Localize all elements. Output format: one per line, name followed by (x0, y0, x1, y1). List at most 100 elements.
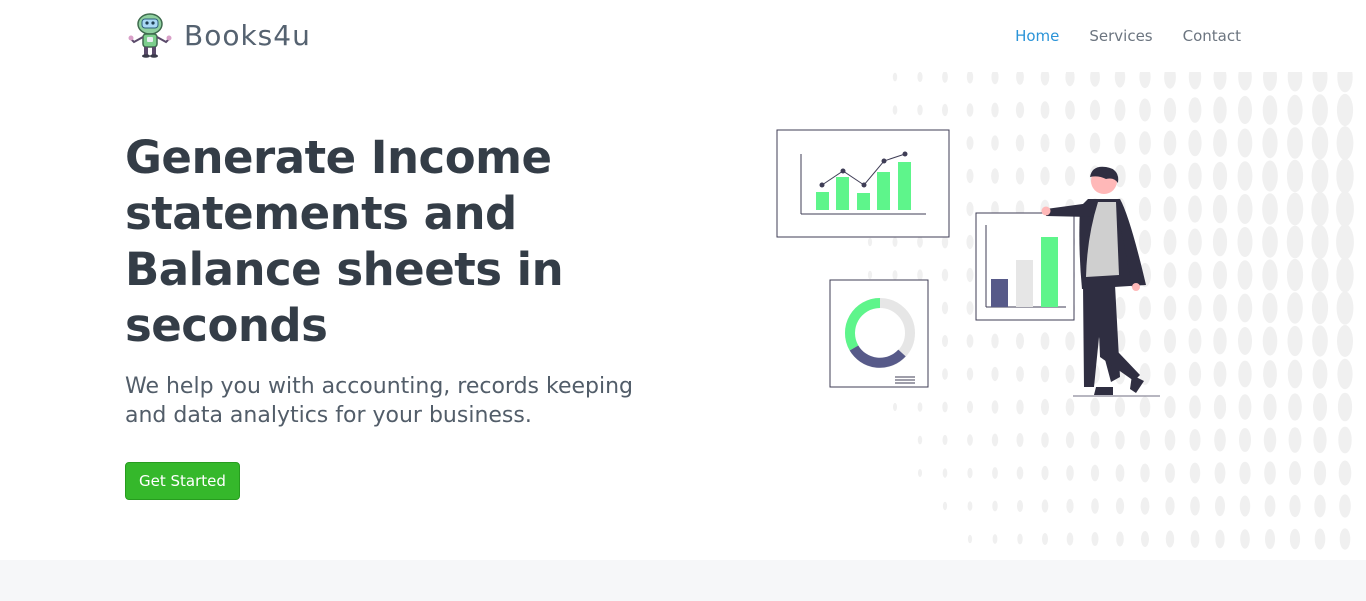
background-dot (1237, 194, 1253, 224)
background-dot (1338, 426, 1352, 454)
background-dot (1337, 358, 1353, 390)
background-dot (1312, 72, 1328, 92)
background-dot (1066, 465, 1074, 481)
background-dot (1288, 393, 1302, 421)
background-dot (1188, 97, 1202, 123)
background-dot (1190, 530, 1200, 548)
headline-line: seconds (125, 299, 328, 352)
background-dot (1262, 326, 1278, 356)
background-dot (967, 467, 973, 479)
background-dot (1311, 224, 1329, 260)
background-dot (1286, 192, 1304, 226)
background-dot (1262, 193, 1278, 225)
background-dot (892, 72, 898, 82)
background-dot (1238, 360, 1252, 388)
nav-contact-link[interactable]: Contact (1183, 27, 1241, 45)
background-dot (1215, 529, 1225, 549)
brand-name: Books4u (184, 18, 311, 52)
background-dot (1238, 95, 1252, 125)
nav-home-link[interactable]: Home (1015, 27, 1059, 45)
background-dot (1286, 225, 1304, 259)
background-dot (1165, 530, 1175, 548)
headline-line: statements and (125, 187, 517, 240)
background-dot (1188, 162, 1202, 190)
background-dot (942, 468, 948, 478)
background-dot (991, 102, 999, 118)
background-dot (1338, 460, 1352, 486)
robot-mascot-icon (128, 13, 172, 58)
background-dot (1311, 191, 1329, 227)
background-dot (1215, 495, 1225, 517)
background-dot (1141, 531, 1149, 547)
logo[interactable]: Books4u (126, 12, 311, 58)
background-dot (1337, 392, 1353, 422)
background-dot (1188, 261, 1202, 289)
background-dot (1188, 328, 1202, 354)
background-dot (1337, 72, 1353, 93)
background-dot (991, 433, 999, 447)
background-dot (1213, 294, 1227, 322)
background-dot (1336, 224, 1354, 260)
background-dot (1016, 433, 1024, 447)
subtext-line: and data analytics for your business. (125, 403, 532, 428)
background-dot (1264, 495, 1276, 517)
background-dot (1314, 528, 1326, 550)
site-header: Books4u Home Services Contact (0, 0, 1366, 72)
background-dot (1311, 291, 1329, 325)
headline-line: Balance sheets in (125, 243, 564, 296)
background-dot (1262, 127, 1278, 159)
subtext-line: We help you with accounting, records kee… (125, 374, 634, 399)
background-dot (1065, 431, 1075, 449)
background-dot (1041, 432, 1049, 448)
background-dot (1214, 428, 1226, 452)
background-dot (1016, 72, 1024, 85)
background-dot (1287, 359, 1303, 389)
nav-services-link[interactable]: Services (1089, 27, 1152, 45)
background-dot (1336, 191, 1354, 227)
background-dot (1237, 227, 1253, 257)
background-dot (1212, 161, 1228, 191)
background-dot (1287, 292, 1303, 324)
background-dot (1289, 461, 1301, 485)
background-dot (1287, 127, 1303, 159)
background-dot (1189, 429, 1201, 451)
background-dot (1188, 195, 1202, 223)
background-dot (1239, 428, 1251, 452)
background-dot (1188, 228, 1202, 256)
background-dot (1040, 72, 1050, 86)
background-dot (1016, 466, 1024, 480)
background-dot (1090, 72, 1100, 87)
background-dot (1189, 395, 1201, 419)
background-dot (1214, 462, 1226, 484)
background-dot (917, 104, 923, 116)
background-dot (942, 72, 948, 83)
background-dot (1286, 159, 1304, 193)
background-dot (1238, 72, 1252, 91)
get-started-button[interactable]: Get Started (125, 462, 240, 500)
background-dot (1041, 465, 1049, 481)
background-dot (1015, 101, 1025, 119)
background-dot (1288, 427, 1302, 453)
background-dot (1213, 129, 1227, 157)
background-dot (1090, 464, 1100, 482)
background-dot (1336, 93, 1354, 127)
background-dot (1287, 94, 1303, 126)
background-dot (966, 72, 974, 84)
background-dot (942, 103, 948, 117)
main-nav: Home Services Contact (1015, 27, 1241, 45)
background-dot (917, 72, 923, 83)
background-dot (1287, 325, 1303, 357)
background-dot (918, 469, 922, 477)
background-dot (1140, 463, 1150, 483)
background-dot (992, 500, 998, 512)
background-dot (1311, 159, 1329, 193)
next-section-band (0, 560, 1366, 601)
analytics-illustration (776, 129, 1160, 397)
background-dot (1114, 99, 1126, 121)
background-dot (991, 72, 999, 85)
background-dot (1337, 325, 1353, 357)
background-dot (1213, 72, 1227, 90)
background-dot (1040, 101, 1050, 119)
background-dot (1213, 327, 1227, 355)
background-dot (992, 467, 998, 479)
